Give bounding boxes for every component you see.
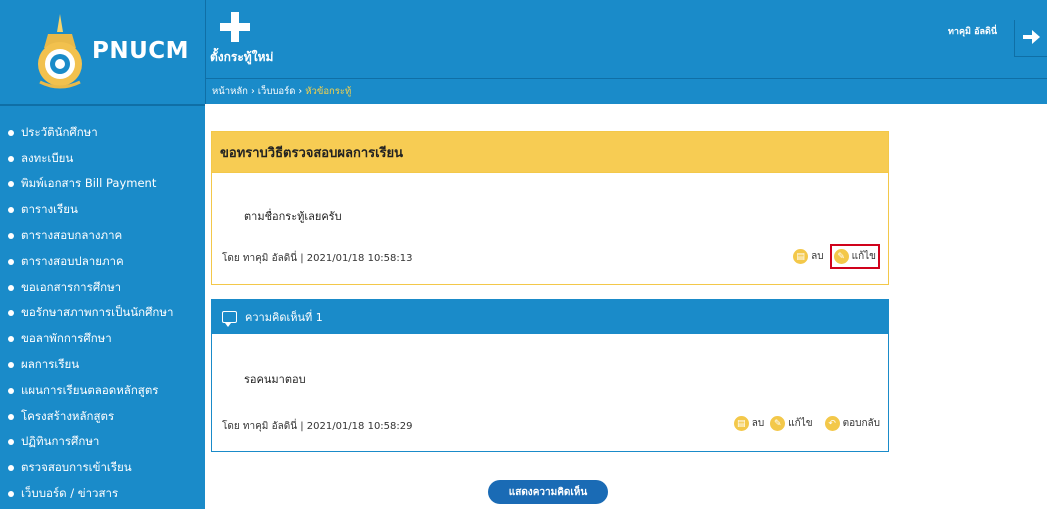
sidebar-item-label: ประวัตินักศึกษา — [21, 124, 98, 139]
post-title: ขอทราบวิธีตรวจสอบผลการเรียน — [212, 132, 888, 173]
sidebar-item[interactable]: ตารางสอบปลายภาค — [0, 249, 205, 275]
sidebar: PNUCM ประวัตินักศึกษาลงทะเบียนพิมพ์เอกสา… — [0, 0, 205, 509]
user-name: ทาคุมิ อัลดินี่ — [948, 27, 997, 37]
sidebar-item[interactable]: ปฏิทินการศึกษา — [0, 430, 205, 456]
edit-label: แก้ไข — [851, 251, 876, 262]
bullet-icon — [8, 465, 14, 472]
sidebar-item-label: ลงทะเบียน — [21, 150, 74, 165]
sidebar-item-label: ผลการเรียน — [21, 357, 80, 372]
sidebar-item-label: ขอรักษาสภาพการเป็นนักศึกษา — [21, 305, 174, 320]
sidebar-item-label: ตารางสอบกลางภาค — [21, 228, 123, 243]
sidebar-item-label: เว็บบอร์ด / ข่าวสาร — [21, 486, 119, 501]
comment-header: ความคิดเห็นที่ 1 — [212, 300, 888, 334]
bullet-icon — [8, 207, 14, 214]
bullet-icon — [8, 129, 14, 136]
brand-name: PNUCM — [92, 38, 190, 64]
comment-delete-button[interactable]: ▤ ลบ — [733, 416, 765, 431]
bullet-icon — [8, 284, 14, 291]
sidebar-item-label: ตารางสอบปลายภาค — [21, 253, 124, 268]
delete-label: ลบ — [811, 251, 824, 262]
bullet-icon — [8, 181, 14, 188]
comment-body: รอคนมาตอบ — [244, 373, 306, 386]
sidebar-item-label: ขอลาพักการศึกษา — [21, 331, 112, 346]
breadcrumb-separator: › — [247, 86, 258, 97]
breadcrumb-separator: › — [295, 86, 306, 97]
post-body: ตามชื่อกระทู้เลยครับ — [244, 210, 342, 223]
post-actions: ▤ ลบ ✎ แก้ไข — [787, 244, 880, 269]
bullet-icon — [8, 491, 14, 498]
post-delete-button[interactable]: ▤ ลบ — [793, 249, 824, 264]
header-divider — [205, 0, 206, 104]
sidebar-item-label: พิมพ์เอกสาร Bill Payment — [21, 176, 157, 191]
sidebar-item[interactable]: ลงทะเบียน — [0, 146, 205, 172]
breadcrumb-home[interactable]: หน้าหลัก — [212, 86, 248, 97]
bullet-icon — [8, 387, 14, 394]
sidebar-item[interactable]: ผลการเรียน — [0, 352, 205, 378]
post-edit-button[interactable]: ✎ แก้ไข — [829, 244, 880, 269]
bullet-icon — [8, 362, 14, 369]
sidebar-item[interactable]: ขอรักษาสภาพการเป็นนักศึกษา — [0, 301, 205, 327]
trash-icon: ▤ — [793, 249, 809, 264]
sidebar-item[interactable]: แผนการเรียนตลอดหลักสูตร — [0, 378, 205, 404]
sidebar-item[interactable]: ประวัตินักศึกษา — [0, 120, 205, 146]
breadcrumb-current: หัวข้อกระทู้ — [305, 86, 352, 97]
header-divider — [205, 78, 1047, 79]
reply-label: ตอบกลับ — [842, 418, 880, 429]
trash-icon: ▤ — [733, 416, 749, 431]
logout-button[interactable] — [1014, 20, 1047, 57]
comment-card: ความคิดเห็นที่ 1 รอคนมาตอบ โดย ทาคุมิ อั… — [211, 299, 889, 452]
chat-icon — [222, 311, 237, 327]
sidebar-item-label: ขอเอกสารการศึกษา — [21, 279, 122, 294]
comment-actions: ▤ ลบ ✎ แก้ไข ↶ ตอบกลับ — [728, 416, 880, 431]
sidebar-item[interactable]: เว็บบอร์ด / ข่าวสาร — [0, 481, 205, 507]
reply-icon: ↶ — [824, 416, 840, 431]
breadcrumb-webboard[interactable]: เว็บบอร์ด — [258, 86, 296, 97]
delete-label: ลบ — [751, 418, 765, 429]
comment-meta: โดย ทาคุมิ อัลดินี่ | 2021/01/18 10:58:2… — [222, 421, 413, 432]
university-emblem-icon — [38, 14, 82, 89]
sidebar-item-label: ตารางเรียน — [21, 202, 78, 217]
new-topic-button[interactable]: ตั้งกระทู้ใหม่ — [210, 48, 273, 67]
bullet-icon — [8, 310, 14, 317]
sidebar-item-label: ปฏิทินการศึกษา — [21, 434, 100, 449]
sidebar-item[interactable]: ตารางเรียน — [0, 197, 205, 223]
new-topic-plus-icon[interactable] — [220, 12, 250, 42]
sidebar-menu: ประวัตินักศึกษาลงทะเบียนพิมพ์เอกสาร Bill… — [0, 120, 205, 507]
bullet-icon — [8, 155, 14, 162]
comment-reply-button[interactable]: ↶ ตอบกลับ — [824, 416, 880, 431]
bullet-icon — [8, 336, 14, 343]
pencil-icon: ✎ — [770, 416, 786, 431]
bullet-icon — [8, 413, 14, 420]
sidebar-item[interactable]: ขอเอกสารการศึกษา — [0, 275, 205, 301]
sidebar-item-label: แผนการเรียนตลอดหลักสูตร — [21, 382, 159, 397]
comment-header-label: ความคิดเห็นที่ 1 — [245, 311, 323, 324]
post-meta: โดย ทาคุมิ อัลดินี่ | 2021/01/18 10:58:1… — [222, 253, 413, 264]
sidebar-item[interactable]: ตรวจสอบการเข้าเรียน — [0, 455, 205, 481]
bullet-icon — [8, 233, 14, 240]
sidebar-item-label: ตรวจสอบการเข้าเรียน — [21, 460, 132, 475]
post-card: ขอทราบวิธีตรวจสอบผลการเรียน ตามชื่อกระทู… — [211, 131, 889, 285]
sidebar-item[interactable]: พิมพ์เอกสาร Bill Payment — [0, 172, 205, 198]
pencil-icon: ✎ — [833, 249, 849, 264]
bullet-icon — [8, 439, 14, 446]
show-comment-button[interactable]: แสดงความคิดเห็น — [488, 480, 608, 504]
sidebar-item-label: โครงสร้างหลักสูตร — [21, 408, 115, 423]
arrow-right-icon — [1023, 30, 1040, 44]
edit-label: แก้ไข — [788, 418, 813, 429]
sidebar-item[interactable]: ตารางสอบกลางภาค — [0, 223, 205, 249]
bullet-icon — [8, 258, 14, 265]
breadcrumb: หน้าหลัก › เว็บบอร์ด › หัวข้อกระทู้ — [212, 84, 351, 99]
sidebar-item[interactable]: โครงสร้างหลักสูตร — [0, 404, 205, 430]
comment-edit-button[interactable]: ✎ แก้ไข — [770, 416, 813, 431]
sidebar-item[interactable]: ขอลาพักการศึกษา — [0, 326, 205, 352]
logo[interactable]: PNUCM — [0, 0, 205, 106]
